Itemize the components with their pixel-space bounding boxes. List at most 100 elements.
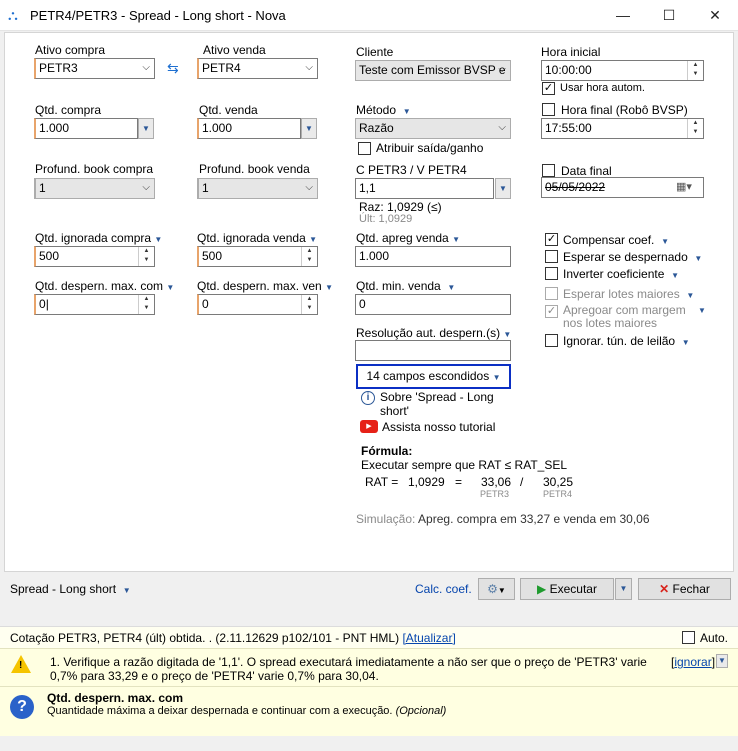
metodo-value: Razão bbox=[359, 121, 394, 135]
strategy-selector[interactable]: Spread - Long short ▼ bbox=[10, 582, 131, 596]
desp-max-ven-spinner[interactable]: ▲ ▼ bbox=[301, 295, 317, 314]
status-text: Cotação PETR3, PETR4 (últ) obtida. . (2.… bbox=[10, 631, 456, 645]
executar-dropdown[interactable]: ▼ bbox=[615, 578, 632, 600]
tutorial-link[interactable]: Assista nosso tutorial bbox=[382, 420, 495, 434]
qtd-compra-label: Qtd. compra bbox=[35, 103, 102, 117]
fechar-button[interactable]: ✕ Fechar bbox=[638, 578, 731, 600]
qtd-ign-venda-input[interactable]: 500 bbox=[197, 246, 318, 267]
qtd-ign-venda-label: Qtd. ignorada venda ▼ bbox=[197, 231, 318, 245]
info-icon: i bbox=[361, 391, 375, 405]
book-compra-combo[interactable]: 1 ⌵ bbox=[34, 178, 155, 199]
hora-final-label: Hora final (Robô BVSP) bbox=[561, 103, 688, 117]
close-button[interactable]: ✕ bbox=[692, 0, 738, 31]
warning-panel: ! 1. Verifique a razão digitada de '1,1'… bbox=[0, 648, 738, 686]
ult-text: Últ: 1,0929 bbox=[359, 213, 413, 225]
esperar-label: Esperar se despernado ▼ bbox=[563, 250, 703, 264]
rat-value: 1,0929 bbox=[408, 475, 445, 489]
apreg-input[interactable]: 1.000 bbox=[355, 246, 511, 267]
warning-dropdown[interactable]: ▼ bbox=[716, 654, 728, 668]
atribuir-label: Atribuir saída/ganho bbox=[376, 141, 484, 155]
minimize-button[interactable]: — bbox=[600, 0, 646, 31]
metodo-combo[interactable]: Razão ⌵ bbox=[355, 118, 511, 139]
close-x-icon: ✕ bbox=[659, 582, 670, 596]
desp-max-com-label: Qtd. despern. max. com ▼ bbox=[35, 279, 175, 293]
ativo-venda-label: Ativo venda bbox=[203, 43, 266, 57]
chevron-down-icon: ⌵ bbox=[142, 62, 150, 73]
qtd-ign-compra-input[interactable]: 500 bbox=[34, 246, 155, 267]
ativo-compra-combo[interactable]: PETR3 ⌵ bbox=[34, 58, 155, 79]
ignorar-link[interactable]: [ignorar] bbox=[671, 655, 715, 669]
qtd-venda-input[interactable]: 1.000 bbox=[197, 118, 301, 139]
hora-final-input[interactable]: 17:55:00 bbox=[541, 118, 704, 139]
sobre-link[interactable]: Sobre 'Spread - Long short' bbox=[380, 390, 500, 418]
compensar-label: Compensar coef. ▼ bbox=[563, 233, 669, 247]
maximize-button[interactable]: ☐ bbox=[646, 0, 692, 31]
calc-coef-link[interactable]: Calc. coef. bbox=[415, 582, 472, 596]
swap-icon[interactable]: ⇆ bbox=[167, 60, 179, 77]
qtd-ign-compra-label: Qtd. ignorada compra ▼ bbox=[35, 231, 163, 245]
status-bar: Cotação PETR3, PETR4 (últ) obtida. . (2.… bbox=[0, 626, 738, 648]
data-final-label: Data final bbox=[561, 164, 612, 178]
simulacao: Simulação: Apreg. compra em 33,27 e vend… bbox=[356, 512, 650, 526]
hora-inicial-input[interactable]: 10:00:00 bbox=[541, 60, 704, 81]
help-text: Quantidade máxima a deixar despernada e … bbox=[47, 705, 447, 717]
cliente-combo[interactable]: Teste com Emissor BVSP e ⌵ bbox=[355, 60, 511, 81]
compensar-checkbox[interactable]: ✓ bbox=[545, 233, 558, 246]
apregoar-checkbox[interactable]: ✓ bbox=[545, 305, 558, 318]
help-panel: ? Qtd. despern. max. com Quantidade máxi… bbox=[0, 686, 738, 736]
metodo-label: Método ▼ bbox=[356, 103, 411, 117]
qtd-compra-dropdown[interactable]: ▼ bbox=[138, 118, 154, 139]
min-venda-label: Qtd. min. venda ▼ bbox=[356, 279, 456, 293]
calendar-icon[interactable]: ▦▾ bbox=[676, 180, 692, 193]
qtd-ign-compra-spinner[interactable]: ▲ ▼ bbox=[138, 247, 154, 266]
chevron-down-icon: ⌵ bbox=[498, 122, 506, 133]
auto-label: Auto. bbox=[700, 631, 729, 645]
esperar-lotes-checkbox[interactable] bbox=[545, 287, 558, 300]
c-ratio-dropdown[interactable]: ▼ bbox=[495, 178, 511, 199]
desp-max-ven-label: Qtd. despern. max. ven ▼ bbox=[197, 279, 333, 293]
help-title: Qtd. despern. max. com bbox=[47, 691, 184, 705]
youtube-icon: ▶ bbox=[360, 420, 378, 433]
chevron-down-icon: ⌵ bbox=[142, 182, 150, 193]
den-value: 30,25 bbox=[543, 475, 574, 489]
qtd-venda-dropdown[interactable]: ▼ bbox=[301, 118, 317, 139]
auto-checkbox[interactable] bbox=[682, 631, 695, 644]
min-venda-input[interactable]: 0 bbox=[355, 294, 511, 315]
resolucao-label: Resolução aut. despern.(s) ▼ bbox=[356, 326, 512, 340]
ignorar-tun-checkbox[interactable] bbox=[545, 334, 558, 347]
desp-max-ven-input[interactable]: 0 bbox=[197, 294, 318, 315]
hora-final-checkbox[interactable] bbox=[542, 103, 555, 116]
book-venda-combo[interactable]: 1 ⌵ bbox=[197, 178, 318, 199]
hora-inicial-spinner[interactable]: ▲ ▼ bbox=[687, 61, 703, 80]
book-venda-label: Profund. book venda bbox=[199, 162, 310, 176]
ignorar-tun-label: Ignorar. tún. de leilão ▼ bbox=[563, 334, 690, 348]
ativo-compra-label: Ativo compra bbox=[35, 43, 106, 57]
atribuir-checkbox[interactable] bbox=[358, 142, 371, 155]
esperar-checkbox[interactable] bbox=[545, 250, 558, 263]
app-icon: ⛬ bbox=[8, 7, 18, 23]
atualizar-link[interactable]: [Atualizar] bbox=[402, 631, 455, 645]
book-venda-value: 1 bbox=[202, 181, 209, 195]
executar-button[interactable]: ▶ Executar bbox=[520, 578, 614, 600]
qtd-compra-input[interactable]: 1.000 bbox=[34, 118, 138, 139]
settings-button[interactable]: ⚙▼ bbox=[478, 578, 515, 600]
inverter-checkbox[interactable] bbox=[545, 267, 558, 280]
usar-hora-label: Usar hora autom. bbox=[560, 82, 645, 94]
data-final-checkbox[interactable] bbox=[542, 164, 555, 177]
window-title: PETR4/PETR3 - Spread - Long short - Nova bbox=[30, 8, 286, 23]
ativo-venda-combo[interactable]: PETR4 ⌵ bbox=[197, 58, 318, 79]
chevron-down-icon: ⌵ bbox=[305, 182, 313, 193]
usar-hora-checkbox[interactable]: ✓ bbox=[542, 82, 555, 95]
hidden-fields-button[interactable]: 14 campos escondidos ▼ bbox=[356, 364, 511, 389]
resolucao-input[interactable] bbox=[355, 340, 511, 361]
hora-final-spinner[interactable]: ▲ ▼ bbox=[687, 119, 703, 138]
apregoar-dropdown-icon[interactable]: ▼ bbox=[698, 306, 706, 315]
desp-max-com-spinner[interactable]: ▲ ▼ bbox=[138, 295, 154, 314]
desp-max-com-input[interactable]: 0| bbox=[34, 294, 155, 315]
chevron-down-icon: ⌵ bbox=[305, 62, 313, 73]
chevron-down-icon: ⌵ bbox=[498, 64, 506, 75]
apreg-label: Qtd. apreg venda ▼ bbox=[356, 231, 460, 245]
c-ratio-input[interactable]: 1,1 bbox=[355, 178, 494, 199]
eq-sign: = bbox=[455, 475, 463, 489]
qtd-ign-venda-spinner[interactable]: ▲ ▼ bbox=[301, 247, 317, 266]
